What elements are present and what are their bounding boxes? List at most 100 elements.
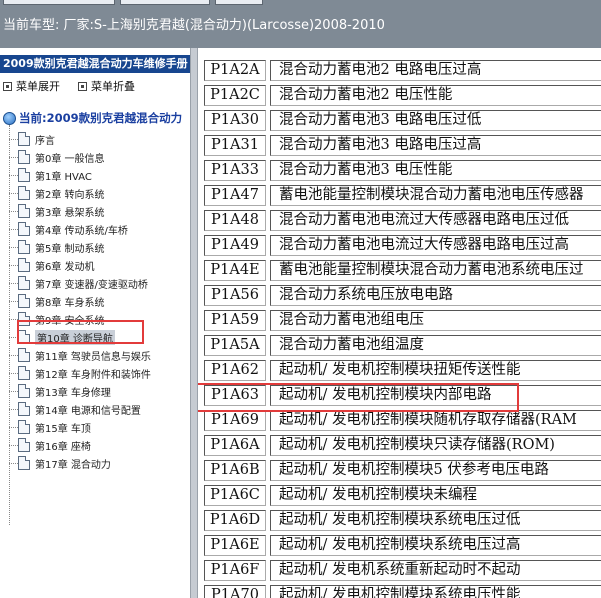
- top-tab[interactable]: [3, 0, 115, 5]
- dtc-code[interactable]: P1A6D: [204, 510, 266, 531]
- dtc-description[interactable]: 混合动力蓄电池3 电路电压过高: [270, 135, 601, 156]
- tree-connector: [9, 265, 18, 266]
- dtc-code[interactable]: P1A59: [204, 310, 266, 331]
- table-row[interactable]: P1A6E 起动机/ 发电机控制模块系统电压过高: [204, 533, 601, 558]
- dtc-code[interactable]: P1A47: [204, 185, 266, 206]
- tree-item-label: 第4章 传动系统/车桥: [35, 225, 128, 237]
- dtc-code[interactable]: P1A33: [204, 160, 266, 181]
- dtc-code[interactable]: P1A5A: [204, 335, 266, 356]
- tree-item[interactable]: 第7章 变速器/变速驱动桥: [9, 274, 148, 292]
- table-row[interactable]: P1A6B 起动机/ 发电机控制模块5 伏参考电压电路: [204, 458, 601, 483]
- dtc-description[interactable]: 混合动力系统电压放电电路: [270, 285, 601, 306]
- table-row[interactable]: P1A47 蓄电池能量控制模块混合动力蓄电池电压传感器: [204, 183, 601, 208]
- table-row[interactable]: P1A5A 混合动力蓄电池组温度: [204, 333, 601, 358]
- dtc-code[interactable]: P1A6C: [204, 485, 266, 506]
- tree-item[interactable]: 第2章 转向系统: [9, 184, 105, 202]
- top-tab[interactable]: [120, 0, 210, 5]
- tree-item[interactable]: 第8章 车身系统: [9, 292, 105, 310]
- expand-icon: [3, 81, 12, 91]
- table-row[interactable]: P1A59 混合动力蓄电池组电压: [204, 308, 601, 333]
- tree-item-label: 第13章 车身修理: [35, 387, 111, 399]
- table-row[interactable]: P1A6F 起动机/ 发电机系统重新起动时不起动: [204, 558, 601, 583]
- table-row[interactable]: P1A6C 起动机/ 发电机控制模块未编程: [204, 483, 601, 508]
- table-row[interactable]: P1A6D 起动机/ 发电机控制模块系统电压过低: [204, 508, 601, 533]
- collapse-icon: [78, 81, 87, 91]
- table-row[interactable]: P1A56 混合动力系统电压放电电路: [204, 283, 601, 308]
- dtc-code[interactable]: P1A30: [204, 110, 266, 131]
- dtc-code[interactable]: P1A6B: [204, 460, 266, 481]
- dtc-code[interactable]: P1A2C: [204, 85, 266, 106]
- dtc-description[interactable]: 混合动力蓄电池3 电路电压过低: [270, 110, 601, 131]
- dtc-description[interactable]: 蓄电池能量控制模块混合动力蓄电池电压传感器: [270, 185, 601, 206]
- table-row[interactable]: P1A2A 混合动力蓄电池2 电路电压过高: [204, 58, 601, 83]
- dtc-description[interactable]: 起动机/ 发电机控制模块只读存储器(ROM): [270, 435, 601, 456]
- table-row[interactable]: P1A31 混合动力蓄电池3 电路电压过高: [204, 133, 601, 158]
- collapse-menu-button[interactable]: 菜单折叠: [78, 78, 135, 94]
- tree-item[interactable]: 第16章 座椅: [9, 436, 91, 454]
- dtc-description[interactable]: 混合动力蓄电池电流过大传感器电路电压过低: [270, 210, 601, 231]
- dtc-description[interactable]: 混合动力蓄电池2 电路电压过高: [270, 60, 601, 81]
- table-row[interactable]: P1A49 混合动力蓄电池电流过大传感器电路电压过高: [204, 233, 601, 258]
- table-row[interactable]: P1A33 混合动力蓄电池3 电压性能: [204, 158, 601, 183]
- expand-menu-button[interactable]: 菜单展开: [3, 78, 60, 94]
- table-row[interactable]: P1A62 起动机/ 发电机控制模块扭矩传送性能: [204, 358, 601, 383]
- menu-toolbar: 菜单展开 菜单折叠: [0, 77, 190, 95]
- dtc-description[interactable]: 混合动力蓄电池3 电压性能: [270, 160, 601, 181]
- table-row[interactable]: P1A4E 蓄电池能量控制模块混合动力蓄电池系统电压过: [204, 258, 601, 283]
- tree-connector: [9, 445, 18, 446]
- document-icon: [18, 258, 30, 272]
- globe-icon: [3, 111, 16, 125]
- dtc-code[interactable]: P1A6A: [204, 435, 266, 456]
- tree-item[interactable]: 第15章 车顶: [9, 418, 91, 436]
- table-row[interactable]: P1A70 起动机/ 发电机控制模块系统电压性能: [204, 583, 601, 598]
- dtc-description[interactable]: 混合动力蓄电池2 电压性能: [270, 85, 601, 106]
- dtc-description[interactable]: 混合动力蓄电池组温度: [270, 335, 601, 356]
- dtc-code[interactable]: P1A56: [204, 285, 266, 306]
- tree-item[interactable]: 第11章 驾驶员信息与娱乐: [9, 346, 151, 364]
- document-icon: [18, 420, 30, 434]
- tree-item[interactable]: 第17章 混合动力: [9, 454, 111, 472]
- tree-connector: [9, 283, 18, 284]
- dtc-code[interactable]: P1A69: [204, 410, 266, 431]
- dtc-description[interactable]: 混合动力蓄电池组电压: [270, 310, 601, 331]
- dtc-description[interactable]: 起动机/ 发电机控制模块系统电压过低: [270, 510, 601, 531]
- dtc-code[interactable]: P1A31: [204, 135, 266, 156]
- tree-root[interactable]: 当前:2009款别克君越混合动力: [3, 109, 182, 127]
- table-row[interactable]: P1A48 混合动力蓄电池电流过大传感器电路电压过低: [204, 208, 601, 233]
- table-row[interactable]: P1A2C 混合动力蓄电池2 电压性能: [204, 83, 601, 108]
- tree-item[interactable]: 第4章 传动系统/车桥: [9, 220, 128, 238]
- tree-item-label: 第5章 制动系统: [35, 243, 105, 255]
- dtc-description[interactable]: 起动机/ 发电机控制模块随机存取存储器(RAM: [270, 410, 601, 431]
- dtc-description[interactable]: 起动机/ 发电机控制模块未编程: [270, 485, 601, 506]
- tree-item[interactable]: 序言: [9, 130, 55, 148]
- dtc-description[interactable]: 起动机/ 发电机系统重新起动时不起动: [270, 560, 601, 581]
- dtc-description[interactable]: 起动机/ 发电机控制模块5 伏参考电压电路: [270, 460, 601, 481]
- dtc-description[interactable]: 起动机/ 发电机控制模块系统电压过高: [270, 535, 601, 556]
- dtc-code[interactable]: P1A2A: [204, 60, 266, 81]
- table-row[interactable]: P1A30 混合动力蓄电池3 电路电压过低: [204, 108, 601, 133]
- dtc-code[interactable]: P1A62: [204, 360, 266, 381]
- top-tab[interactable]: [215, 0, 263, 5]
- tree-item[interactable]: 第6章 发动机: [9, 256, 95, 274]
- tree-item[interactable]: 第5章 制动系统: [9, 238, 105, 256]
- dtc-code[interactable]: P1A70: [204, 585, 266, 598]
- panel-splitter[interactable]: [190, 48, 198, 598]
- dtc-description[interactable]: 蓄电池能量控制模块混合动力蓄电池系统电压过: [270, 260, 601, 281]
- dtc-code[interactable]: P1A4E: [204, 260, 266, 281]
- dtc-code[interactable]: P1A48: [204, 210, 266, 231]
- dtc-description[interactable]: 起动机/ 发电机控制模块系统电压性能: [270, 585, 601, 598]
- dtc-code[interactable]: P1A6F: [204, 560, 266, 581]
- dtc-code[interactable]: P1A49: [204, 235, 266, 256]
- tree-item[interactable]: 第12章 车身附件和装饰件: [9, 364, 151, 382]
- tree-item[interactable]: 第0章 一般信息: [9, 148, 105, 166]
- dtc-description[interactable]: 混合动力蓄电池电流过大传感器电路电压过高: [270, 235, 601, 256]
- tree-item[interactable]: 第13章 车身修理: [9, 382, 111, 400]
- dtc-description[interactable]: 起动机/ 发电机控制模块扭矩传送性能: [270, 360, 601, 381]
- tree-item[interactable]: 第3章 悬架系统: [9, 202, 105, 220]
- table-row[interactable]: P1A6A 起动机/ 发电机控制模块只读存储器(ROM): [204, 433, 601, 458]
- dtc-code[interactable]: P1A6E: [204, 535, 266, 556]
- tree-item[interactable]: 第14章 电源和信号配置: [9, 400, 141, 418]
- tree-connector: [9, 157, 18, 158]
- tree-item[interactable]: 第1章 HVAC: [9, 166, 92, 184]
- tree-item-label: 第6章 发动机: [35, 261, 95, 273]
